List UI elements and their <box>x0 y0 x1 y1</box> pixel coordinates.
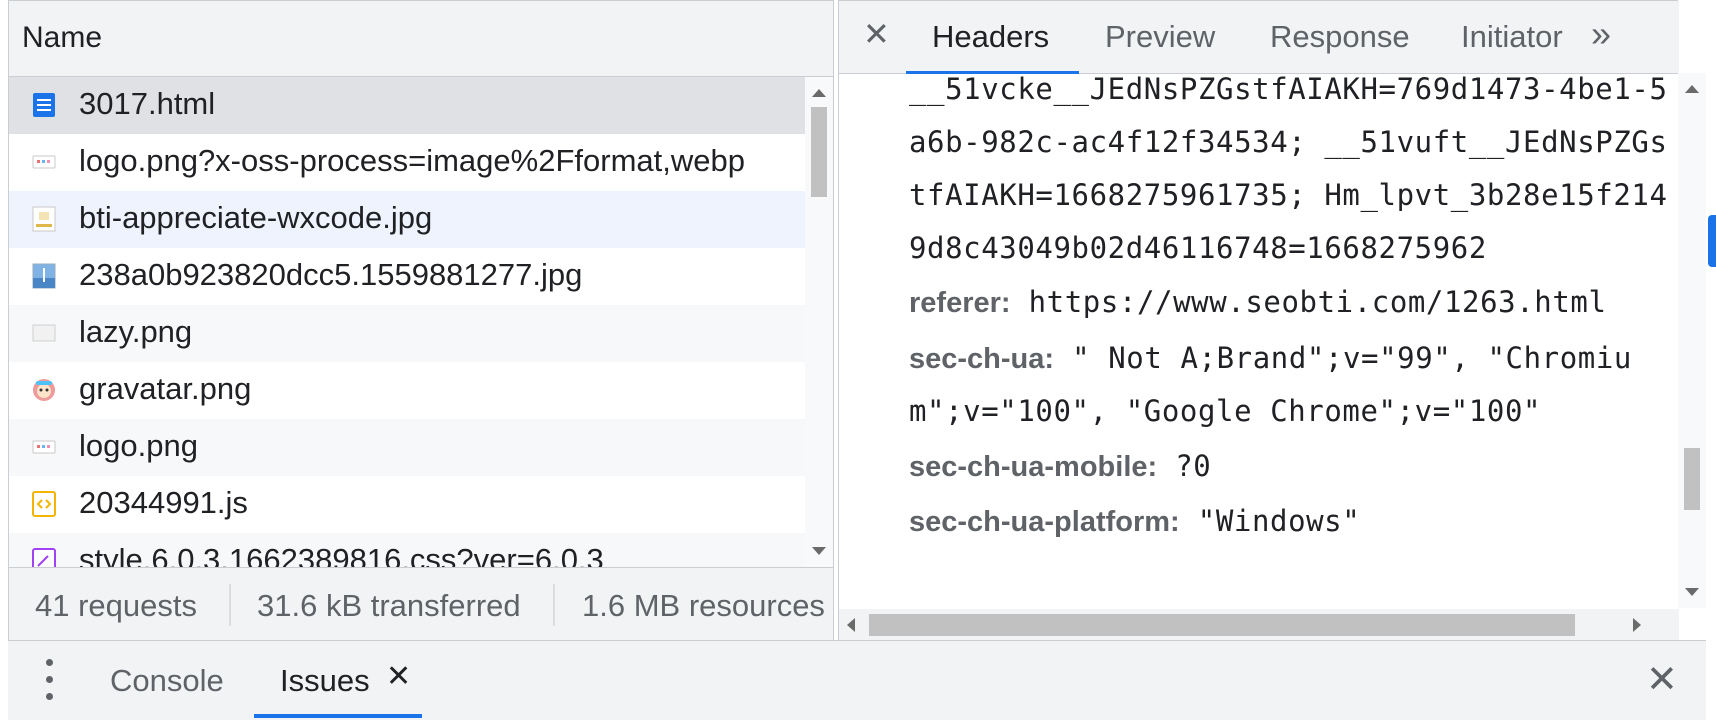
tab-console[interactable]: Console <box>110 663 224 699</box>
header-row: referer: https://www.seobti.com/1263.htm… <box>909 285 1607 320</box>
request-name: logo.png <box>79 428 198 463</box>
more-tabs-chevron-icon[interactable]: » <box>1591 13 1611 55</box>
request-name: logo.png?x-oss-process=image%2Fformat,we… <box>79 143 745 178</box>
header-value: " Not A;Brand";v="99", "Chromiu <box>1072 341 1632 375</box>
scroll-up-arrow-icon[interactable] <box>1685 85 1699 93</box>
summary-divider <box>229 584 231 626</box>
scroll-down-arrow-icon[interactable] <box>812 547 826 555</box>
tab-headers[interactable]: Headers <box>932 19 1049 55</box>
close-issues-tab-icon[interactable]: ✕ <box>386 659 411 694</box>
request-name: lazy.png <box>79 314 193 349</box>
request-name: style.6.0.3.1662389816.css?ver=6.0.3 <box>79 542 604 567</box>
request-list-pane: Name 3017.html logo.png?x-oss-process=im… <box>8 0 834 641</box>
name-column-header[interactable]: Name <box>9 1 833 77</box>
header-key: referer: <box>909 287 1011 319</box>
header-row: m";v="100", "Google Chrome";v="100" <box>909 394 1541 428</box>
scrollbar-thumb[interactable] <box>869 614 1575 636</box>
page-edge <box>1706 0 1716 720</box>
close-drawer-icon[interactable]: ✕ <box>1646 657 1678 702</box>
request-row[interactable]: logo.png?x-oss-process=image%2Fformat,we… <box>9 134 805 191</box>
request-detail-pane: ✕ Headers Preview Response Initiator » _… <box>838 0 1679 641</box>
image-icon <box>32 440 56 454</box>
scroll-right-arrow-icon[interactable] <box>1633 618 1641 632</box>
network-summary-bar: 41 requests 31.6 kB transferred 1.6 MB r… <box>9 567 833 641</box>
image-icon <box>32 155 56 169</box>
header-row: sec-ch-ua-mobile: ?0 <box>909 449 1211 484</box>
header-value: https://www.seobti.com/1263.html <box>1028 285 1607 319</box>
header-value: ?0 <box>1175 449 1212 483</box>
request-row[interactable]: bti-appreciate-wxcode.jpg <box>9 191 805 248</box>
avatar-image-icon <box>33 379 55 401</box>
header-key: sec-ch-ua: <box>909 343 1055 375</box>
header-row: sec-ch-ua: " Not A;Brand";v="99", "Chrom… <box>909 341 1632 376</box>
cookie-value-line: 9d8c43049b02d46116748=1668275962 <box>909 231 1487 265</box>
scrollbar-thumb[interactable] <box>1684 448 1700 510</box>
horizontal-scrollbar[interactable] <box>839 609 1679 641</box>
request-name: gravatar.png <box>79 371 252 406</box>
request-row[interactable]: 238a0b923820dcc5.1559881277.jpg <box>9 248 805 305</box>
header-value: "Windows" <box>1197 504 1361 538</box>
request-name: bti-appreciate-wxcode.jpg <box>79 200 433 235</box>
header-row: sec-ch-ua-platform: "Windows" <box>909 504 1360 539</box>
header-value: m";v="100", "Google Chrome";v="100" <box>909 394 1542 428</box>
transferred-size: 31.6 kB transferred <box>257 588 521 623</box>
request-row[interactable]: lazy.png <box>9 305 805 362</box>
summary-divider <box>553 584 555 626</box>
bottom-drawer-tabbar: Console Issues ✕ ✕ <box>8 640 1708 720</box>
request-name: 20344991.js <box>79 485 248 520</box>
request-row[interactable]: style.6.0.3.1662389816.css?ver=6.0.3 <box>9 533 805 567</box>
request-list: 3017.html logo.png?x-oss-process=image%2… <box>9 77 805 567</box>
headers-vertical-scrollbar[interactable] <box>1678 73 1706 608</box>
name-column-label: Name <box>22 21 103 54</box>
page-edge-accent <box>1708 215 1716 267</box>
tab-initiator[interactable]: Initiator <box>1461 19 1563 55</box>
scroll-down-arrow-icon[interactable] <box>1685 588 1699 596</box>
resources-size: 1.6 MB resources <box>582 588 825 623</box>
request-name: 3017.html <box>79 86 216 121</box>
request-count: 41 requests <box>35 588 197 623</box>
image-icon <box>32 263 56 289</box>
tab-preview[interactable]: Preview <box>1105 19 1215 55</box>
request-row[interactable]: 3017.html <box>9 77 805 134</box>
request-list-scrollbar[interactable] <box>805 77 833 567</box>
active-tab-indicator <box>254 714 422 718</box>
image-icon <box>32 324 56 342</box>
tab-issues[interactable]: Issues <box>280 663 370 699</box>
request-headers-section: __51vcke__JEdNsPZGstfAIAKH=769d1473-4be1… <box>839 74 1679 609</box>
stylesheet-icon <box>32 548 56 567</box>
request-row[interactable]: 20344991.js <box>9 476 805 533</box>
image-icon <box>32 206 56 232</box>
cookie-value-line: tfAIAKH=1668275961735; Hm_lpvt_3b28e15f2… <box>909 178 1668 212</box>
request-name: 238a0b923820dcc5.1559881277.jpg <box>79 257 583 292</box>
script-icon <box>32 491 56 517</box>
tab-response[interactable]: Response <box>1270 19 1410 55</box>
header-key: sec-ch-ua-platform: <box>909 506 1180 538</box>
detail-tab-bar: ✕ Headers Preview Response Initiator » <box>839 1 1679 74</box>
cookie-value-line: a6b-982c-ac4f12f34534; __51vuft__JEdNsPZ… <box>909 125 1668 159</box>
document-icon <box>33 93 55 117</box>
close-detail-icon[interactable]: ✕ <box>863 15 890 53</box>
more-options-kebab-icon[interactable] <box>46 657 54 703</box>
header-key: sec-ch-ua-mobile: <box>909 451 1158 483</box>
request-row[interactable]: logo.png <box>9 419 805 476</box>
cookie-value-line: __51vcke__JEdNsPZGstfAIAKH=769d1473-4be1… <box>909 74 1668 106</box>
request-row[interactable]: gravatar.png <box>9 362 805 419</box>
scrollbar-thumb[interactable] <box>811 107 827 197</box>
scroll-up-arrow-icon[interactable] <box>812 89 826 97</box>
scroll-left-arrow-icon[interactable] <box>847 618 855 632</box>
